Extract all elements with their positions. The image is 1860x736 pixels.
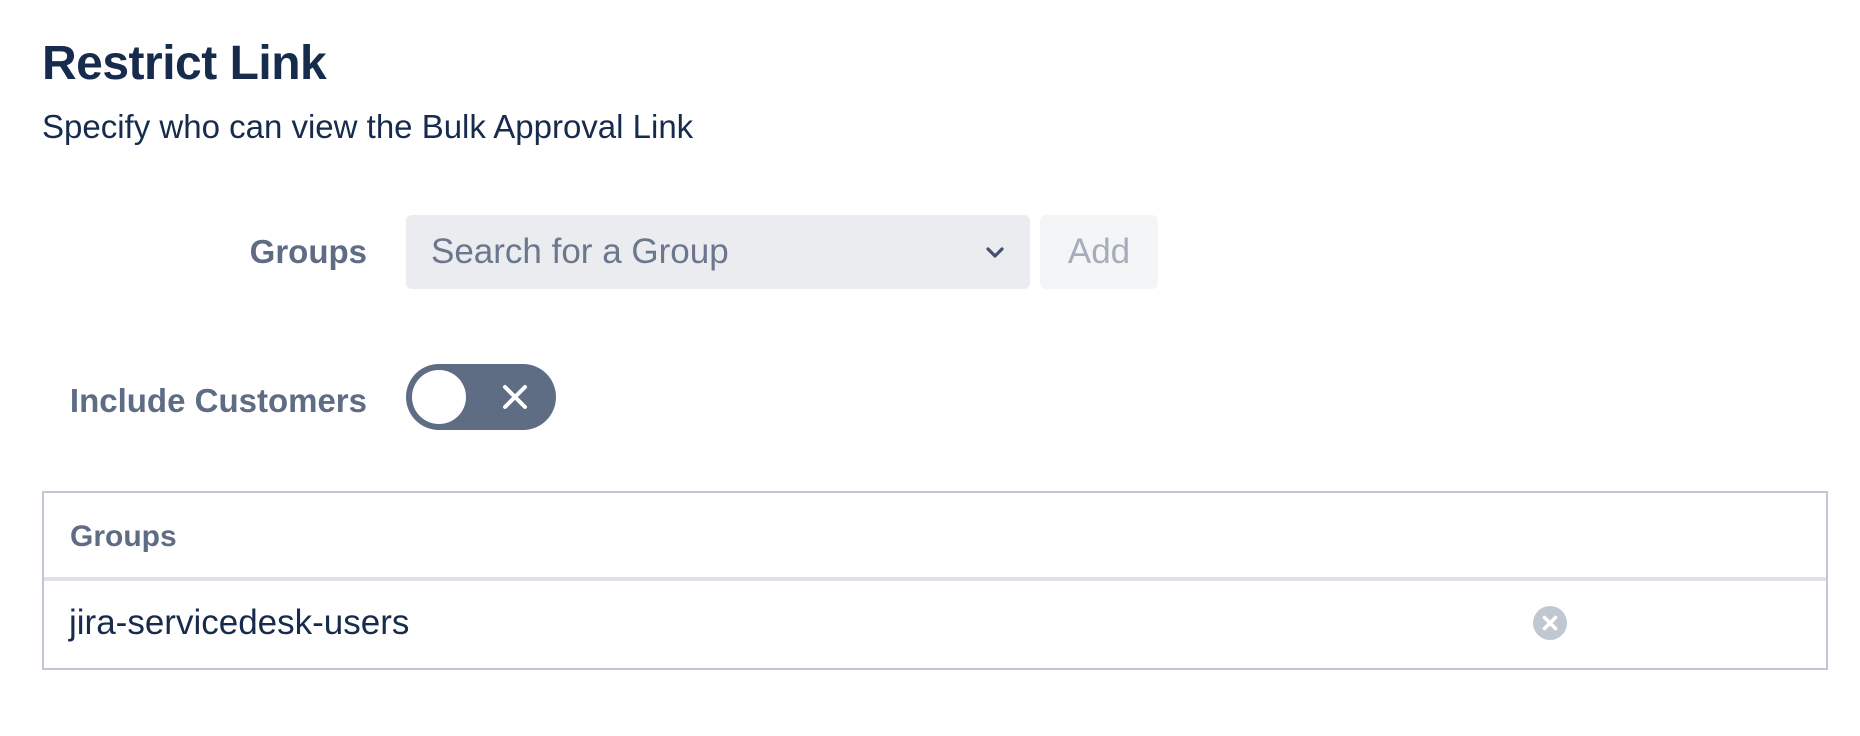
toggle-knob	[412, 370, 466, 424]
remove-icon[interactable]	[1532, 605, 1568, 641]
table-row: jira-servicedesk-users	[44, 581, 1826, 668]
groups-table: Groups jira-servicedesk-users	[42, 491, 1828, 670]
page-subtitle: Specify who can view the Bulk Approval L…	[42, 108, 694, 145]
include-customers-label: Include Customers	[69, 382, 367, 419]
group-search-placeholder: Search for a Group	[431, 232, 729, 271]
chevron-down-icon	[986, 247, 1004, 258]
include-customers-toggle[interactable]	[406, 364, 556, 430]
group-search-select[interactable]: Search for a Group	[406, 215, 1030, 289]
restrict-link-page: Restrict Link Specify who can view the B…	[0, 0, 1860, 736]
page-title: Restrict Link	[42, 37, 327, 90]
group-name-cell: jira-servicedesk-users	[69, 603, 410, 642]
column-header-groups: Groups	[70, 520, 177, 553]
close-icon	[503, 385, 527, 409]
groups-label: Groups	[249, 233, 367, 270]
table-header: Groups	[44, 493, 1826, 581]
add-group-button[interactable]: Add	[1040, 215, 1158, 289]
